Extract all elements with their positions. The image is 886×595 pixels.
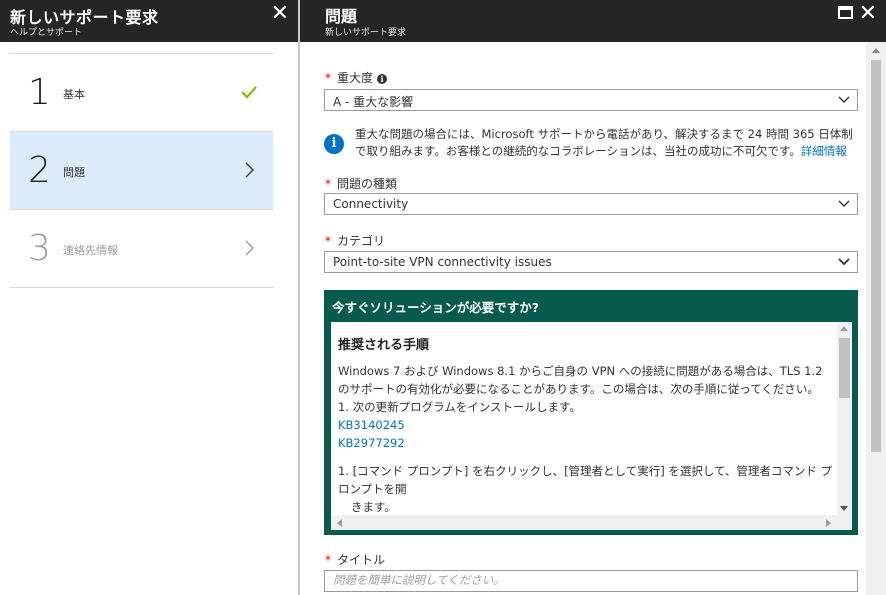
solution-body: Windows 7 および Windows 8.1 からご自身の VPN への接… [338,362,835,516]
problem-type-label-text: 問題の種類 [337,177,398,191]
learn-more-link[interactable]: 詳細情報 [801,144,847,158]
scroll-up-arrow-icon[interactable] [840,326,848,331]
blade-title: 問題 [325,7,358,26]
info-icon: i [324,134,344,154]
scroll-right-arrow-icon[interactable] [826,519,831,527]
title-label: * タイトル [325,551,385,568]
solution-vertical-scrollbar[interactable] [837,322,852,515]
category-label-text: カテゴリ [337,234,386,248]
severity-label: * 重大度 i [325,69,388,86]
step-label: 連絡先情報 [63,244,118,257]
solution-panel: 今すぐソリューションが必要ですか? 推奨される手順 Windows 7 および … [324,290,858,535]
checkmark-icon [241,86,257,99]
wizard-subtitle: ヘルプとサポート [10,28,83,38]
wizard-header: 新しいサポート要求 ヘルプとサポート ✕ [0,0,298,42]
blade-vertical-scrollbar[interactable] [866,42,886,595]
info-icon[interactable]: i [377,74,388,84]
required-mark: * [325,71,331,85]
solution-step-2: 1. [コマンド プロンプト] を右クリックし、[管理者として実行] を選択して… [338,464,833,496]
required-mark: * [325,553,331,567]
category-label: * カテゴリ [325,232,385,249]
solution-paragraph: Windows 7 および Windows 8.1 からご自身の VPN への接… [338,364,823,396]
step-number: 3 [28,228,51,269]
title-label-text: タイトル [337,553,386,567]
scrollbar-thumb[interactable] [871,60,881,452]
recommended-steps-title: 推奨される手順 [338,338,430,353]
step-contact-info[interactable]: 3 連絡先情報 [10,210,273,288]
scrollbar-thumb[interactable] [839,338,850,398]
step-basics[interactable]: 1 基本 [10,54,273,132]
severity-select[interactable]: A - 重大な影響 [324,89,858,111]
severity-value: A - 重大な影響 [333,95,414,109]
chevron-down-icon [838,258,850,266]
problem-blade-header: 問題 新しいサポート要求 ✕ [300,0,886,42]
notice-body: 重大な問題の場合には、Microsoft サポートから電話があり、解決するまで … [355,127,853,158]
scroll-up-arrow-icon[interactable] [872,48,880,53]
problem-form: * 重大度 i A - 重大な影響 i 重大な問題の場合には、Microsoft サ… [300,42,866,595]
solution-step-1: 1. 次の更新プログラムをインストールします。 [338,400,581,414]
scroll-left-arrow-icon[interactable] [337,519,342,527]
step-label: 問題 [63,166,85,179]
blade-subtitle: 新しいサポート要求 [325,28,407,38]
category-value: Point-to-site VPN connectivity issues [333,255,552,269]
solution-header: 今すぐソリューションが必要ですか? [332,300,540,315]
step-problem[interactable]: 2 問題 [10,132,273,210]
solution-horizontal-scrollbar[interactable] [331,515,837,530]
problem-type-value: Connectivity [333,197,409,211]
chevron-down-icon [838,96,850,103]
problem-type-label: * 問題の種類 [325,175,397,192]
required-mark: * [325,177,331,191]
kb-link[interactable]: KB2977292 [338,434,835,452]
notice-text: 重大な問題の場合には、Microsoft サポートから電話があり、解決するまで … [355,126,858,160]
chevron-right-icon [245,162,255,178]
chevron-down-icon [838,200,850,207]
problem-type-select[interactable]: Connectivity [324,193,858,215]
scroll-down-arrow-icon[interactable] [840,506,848,511]
title-input[interactable] [324,570,858,592]
close-icon[interactable]: ✕ [271,3,289,25]
category-select[interactable]: Point-to-site VPN connectivity issues [324,251,858,273]
solution-content[interactable]: 推奨される手順 Windows 7 および Windows 8.1 からご自身の… [331,322,852,530]
step-label: 基本 [63,88,85,101]
wizard-blade: 新しいサポート要求 ヘルプとサポート ✕ 1 基本 2 問題 3 連絡先情報 [0,0,298,595]
step-number: 1 [28,72,51,113]
solution-step-2-cont: きます。 [351,500,396,514]
kb-link[interactable]: KB3140245 [338,416,835,434]
scrollbar-corner [837,515,852,530]
severity-label-text: 重大度 [337,71,374,85]
maximize-icon[interactable] [838,6,853,19]
step-number: 2 [28,150,51,191]
chevron-right-icon [245,240,255,256]
required-mark: * [325,234,331,248]
severity-notice: i 重大な問題の場合には、Microsoft サポートから電話があり、解決するま… [324,126,858,162]
close-icon[interactable]: ✕ [859,3,877,25]
